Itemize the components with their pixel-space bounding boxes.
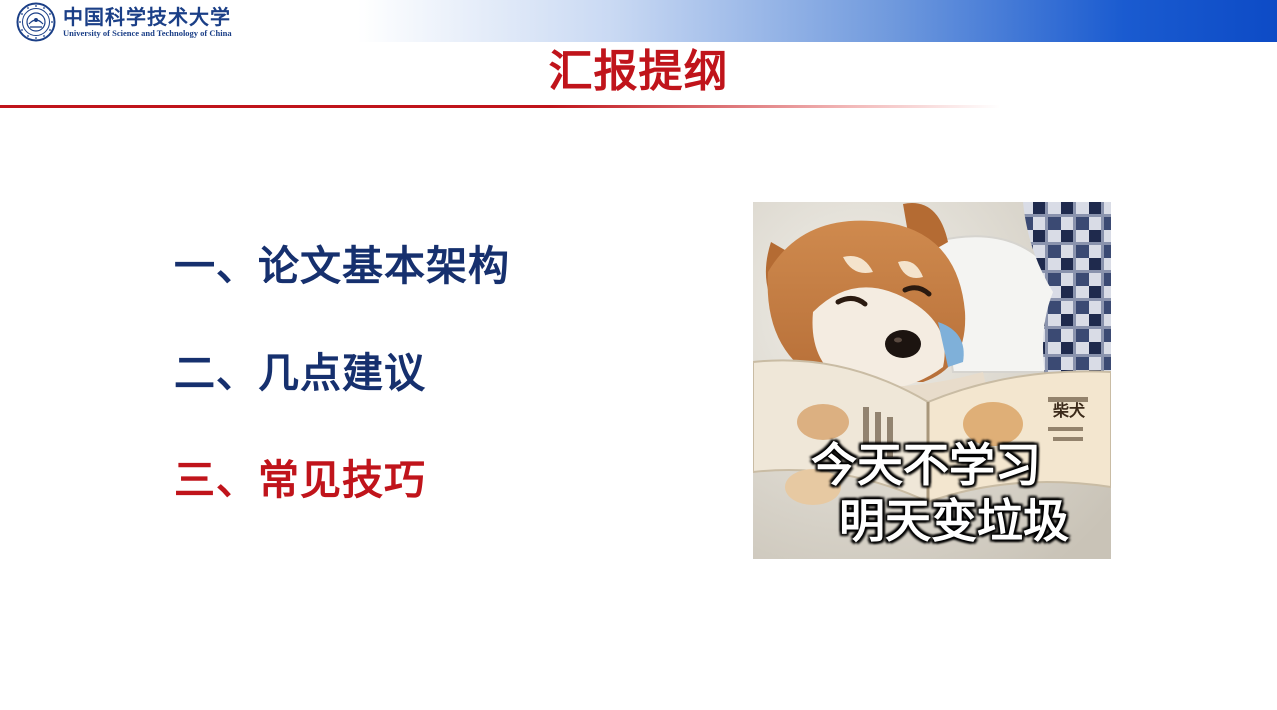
- meme-image: 柴犬 今天不学习 明天变垃圾: [753, 202, 1111, 559]
- school-name-en: University of Science and Technology of …: [63, 27, 232, 38]
- header-banner: 中国科学技术大学 University of Science and Techn…: [0, 0, 1277, 42]
- meme-caption-line1: 今天不学习: [811, 438, 1041, 492]
- university-seal-icon: [16, 2, 56, 42]
- university-logo: 中国科学技术大学 University of Science and Techn…: [16, 2, 232, 42]
- agenda-item-tips: 三、常见技巧: [174, 456, 426, 504]
- slide: 中国科学技术大学 University of Science and Techn…: [0, 0, 1277, 710]
- school-name-cn: 中国科学技术大学: [63, 4, 231, 29]
- agenda-item-suggestions: 二、几点建议: [174, 349, 426, 397]
- book-title: 柴犬: [1052, 401, 1086, 420]
- title-underline: [0, 105, 1000, 108]
- agenda-list: 一、论文基本架构 二、几点建议 三、常见技巧: [174, 240, 510, 561]
- page-title: 汇报提纲: [548, 46, 729, 97]
- agenda-item-structure: 一、论文基本架构: [174, 242, 510, 290]
- meme-caption-line2: 明天变垃圾: [839, 494, 1069, 548]
